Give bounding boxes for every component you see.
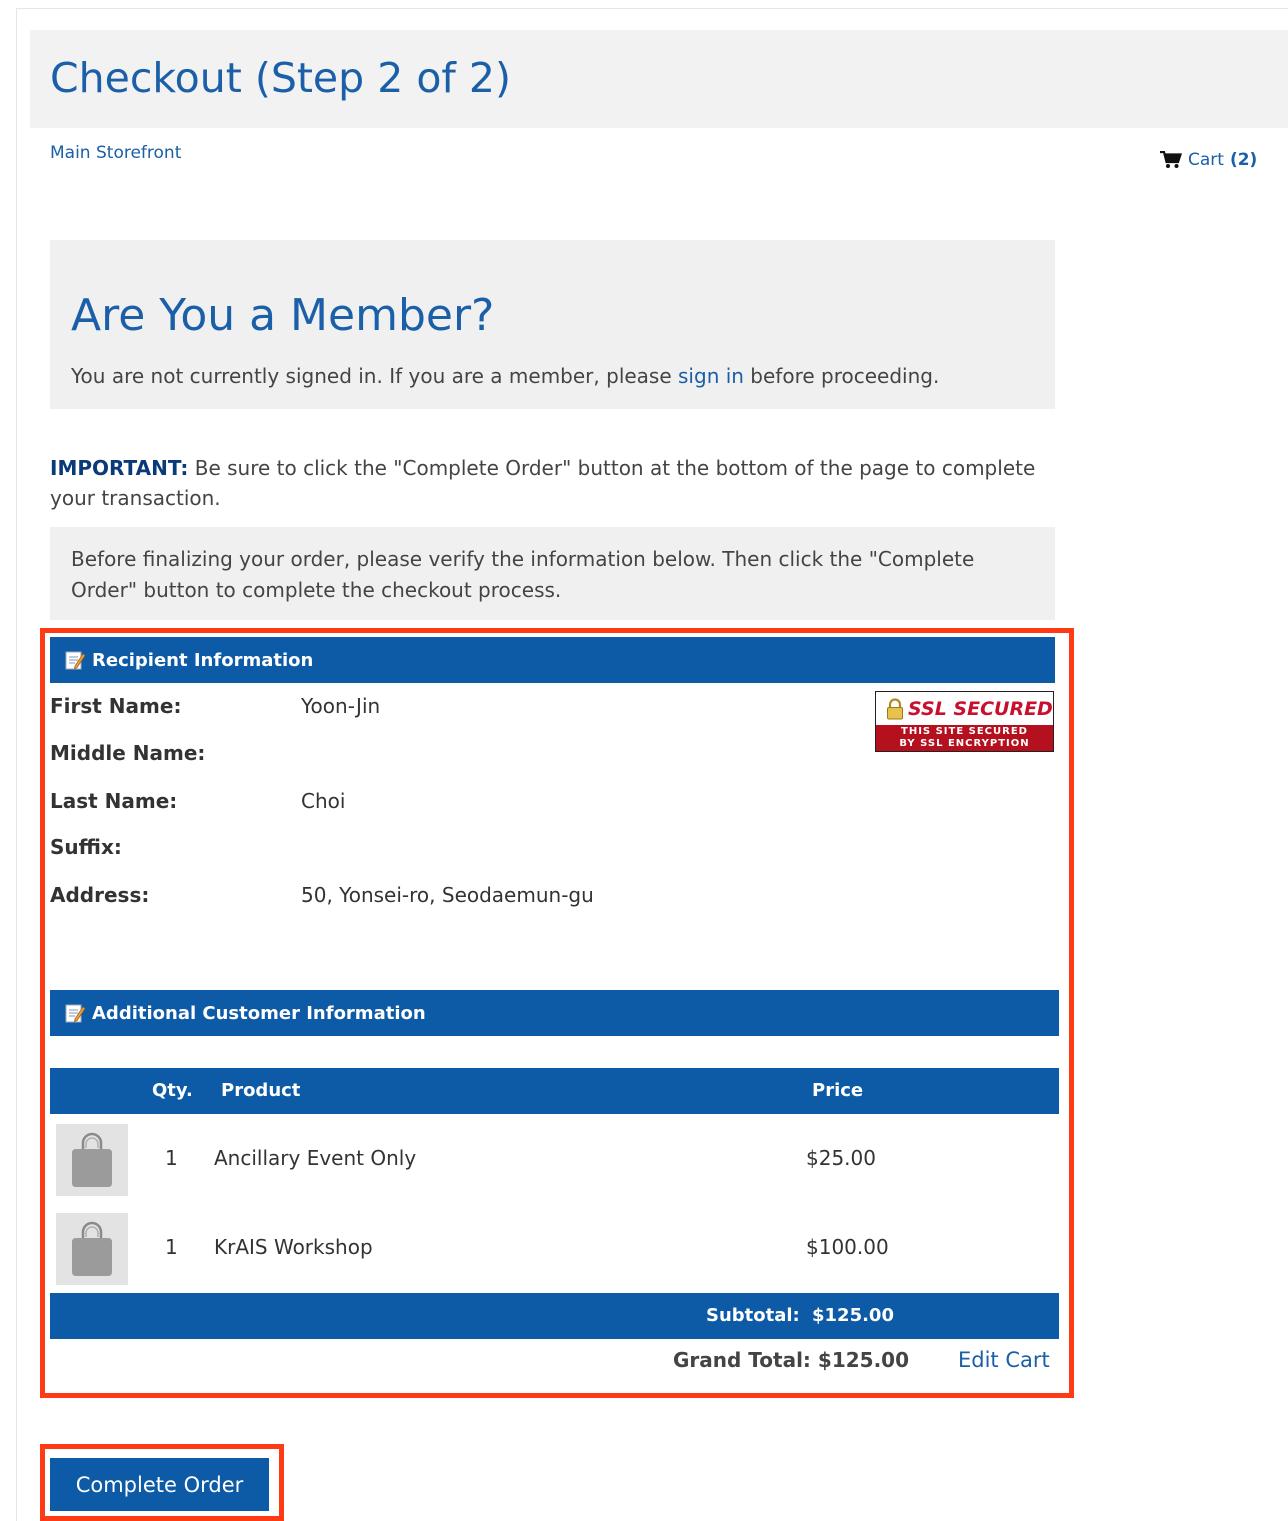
member-text-before: You are not currently signed in. If you … (71, 364, 679, 388)
shopping-bag-icon (72, 1132, 112, 1187)
suffix-label: Suffix: (50, 835, 122, 859)
cart-link[interactable]: Cart (2) (1160, 150, 1257, 170)
additional-section-title: Additional Customer Information (92, 1002, 426, 1024)
row-2-qty: 1 (165, 1235, 178, 1259)
row-2-product: KrAIS Workshop (214, 1235, 373, 1259)
product-thumbnail (56, 1124, 128, 1196)
verify-text: Before finalizing your order, please ver… (71, 547, 975, 602)
cart-table-header: Qty. Product Price (50, 1068, 1059, 1114)
recipient-section-header: Recipient Information (50, 637, 1055, 683)
grand-total-value: $125.00 (817, 1348, 909, 1372)
member-heading: Are You a Member? (71, 290, 495, 341)
row-1-price: $25.00 (806, 1146, 876, 1170)
ssl-secured-badge: SSL SECURED THIS SITE SECURED BY SSL ENC… (875, 691, 1054, 752)
breadcrumb-main-storefront[interactable]: Main Storefront (50, 143, 181, 163)
row-1-qty: 1 (165, 1146, 178, 1170)
column-header-qty: Qty. (152, 1080, 193, 1101)
additional-section-header: Additional Customer Information (50, 990, 1059, 1036)
edit-cart-link[interactable]: Edit Cart (958, 1348, 1050, 1372)
verify-panel: Before finalizing your order, please ver… (50, 527, 1055, 620)
grand-total: Grand Total: $125.00 (673, 1348, 909, 1372)
subtotal-bar: Subtotal: $125.00 (50, 1293, 1059, 1339)
last-name-label: Last Name: (50, 789, 178, 813)
last-name-value: Choi (301, 789, 346, 813)
subtotal-label: Subtotal: (706, 1305, 800, 1326)
padlock-icon (887, 697, 903, 719)
ssl-badge-top: SSL SECURED (876, 692, 1053, 725)
member-message: You are not currently signed in. If you … (71, 364, 939, 388)
ssl-line-2: BY SSL ENCRYPTION (899, 738, 1030, 749)
product-thumbnail (56, 1213, 128, 1285)
ssl-line-1: THIS SITE SECURED (901, 726, 1028, 737)
shopping-bag-icon (72, 1221, 112, 1276)
middle-name-label: Middle Name: (50, 741, 206, 765)
first-name-value: Yoon-Jin (301, 694, 381, 718)
recipient-section-title: Recipient Information (92, 649, 314, 671)
complete-order-button[interactable]: Complete Order (50, 1458, 269, 1511)
edit-note-icon (65, 1004, 86, 1023)
member-panel: Are You a Member? You are not currently … (50, 240, 1055, 409)
column-header-price: Price (812, 1080, 864, 1101)
grand-total-label: Grand Total: (673, 1348, 811, 1372)
row-2-price: $100.00 (806, 1235, 889, 1259)
ssl-badge-bottom: THIS SITE SECURED BY SSL ENCRYPTION (876, 725, 1053, 751)
sign-in-link[interactable]: sign in (678, 364, 744, 388)
row-1-product: Ancillary Event Only (214, 1146, 417, 1170)
member-text-after: before proceeding. (743, 364, 940, 388)
first-name-label: First Name: (50, 694, 182, 718)
shopping-cart-icon (1160, 151, 1182, 168)
address-value: 50, Yonsei-ro, Seodaemun-gu (301, 883, 594, 907)
important-label: IMPORTANT: (50, 456, 189, 480)
page-title: Checkout (Step 2 of 2) (50, 54, 511, 102)
cart-count: (2) (1229, 150, 1258, 170)
subtotal-value: $125.00 (812, 1305, 894, 1326)
cart-label: Cart (1188, 150, 1224, 170)
page-header: Checkout (Step 2 of 2) (30, 30, 1288, 128)
important-text: Be sure to click the "Complete Order" bu… (50, 456, 1036, 510)
important-notice: IMPORTANT: Be sure to click the "Complet… (50, 453, 1040, 513)
edit-note-icon (65, 651, 86, 670)
column-header-product: Product (221, 1080, 301, 1101)
address-label: Address: (50, 883, 150, 907)
ssl-title: SSL SECURED (908, 697, 1053, 720)
